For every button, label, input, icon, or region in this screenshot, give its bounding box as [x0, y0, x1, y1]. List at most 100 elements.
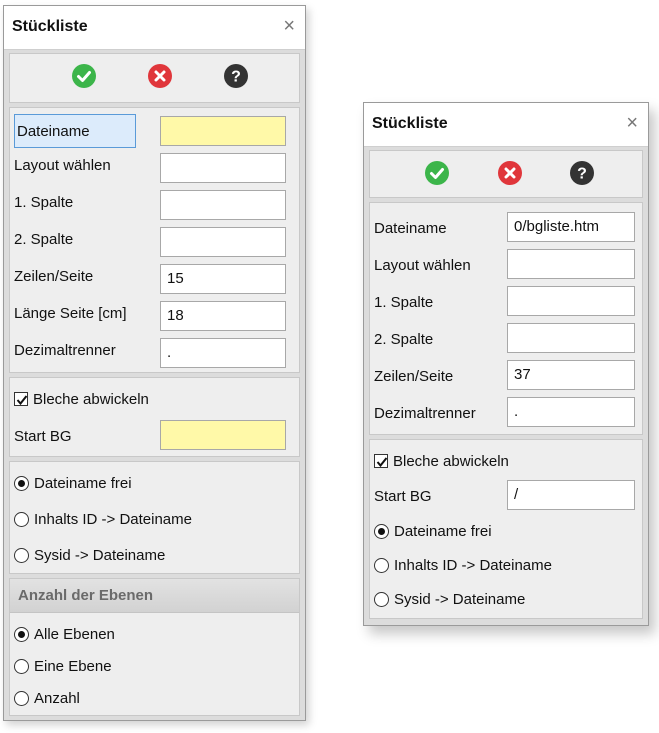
- layout-label: Layout wählen: [14, 157, 111, 174]
- radio-dateiname-frei[interactable]: Dateiname frei: [14, 468, 132, 498]
- radio-label: Inhalts ID -> Dateiname: [34, 510, 192, 528]
- radio-eine-ebene[interactable]: Eine Ebene: [14, 651, 112, 681]
- bleche-group: Bleche abwickeln Start BG: [9, 377, 300, 457]
- start-bg-field[interactable]: /: [507, 480, 635, 510]
- radio-selected-icon: [374, 523, 389, 539]
- layout-field[interactable]: [160, 153, 286, 183]
- radio-selected-icon: [14, 626, 29, 642]
- bleche-group: Bleche abwickeln Start BG / Dateiname fr…: [369, 439, 643, 619]
- zeilen-field[interactable]: 37: [507, 360, 635, 390]
- cancel-button[interactable]: [148, 64, 172, 88]
- layout-field[interactable]: [507, 249, 635, 279]
- dateiname-field[interactable]: 0/bgliste.htm: [507, 212, 635, 242]
- zeilen-field[interactable]: 15: [160, 264, 286, 294]
- check-circle-icon: [425, 161, 449, 185]
- ok-button[interactable]: [425, 161, 449, 185]
- dateiname-field[interactable]: [160, 116, 286, 146]
- spalte2-label: 2. Spalte: [14, 231, 74, 248]
- radio-selected-icon: [14, 475, 29, 491]
- levels-header: Anzahl der Ebenen: [10, 579, 299, 613]
- field-row-spalte2: 2. Spalte: [370, 323, 642, 357]
- spalte1-label: 1. Spalte: [374, 294, 434, 311]
- svg-text:?: ?: [577, 166, 587, 183]
- radio-inhalts-id[interactable]: Inhalts ID -> Dateiname: [374, 550, 552, 580]
- dezimal-label: Dezimaltrenner: [374, 405, 476, 422]
- bleche-label: Bleche abwickeln: [33, 390, 149, 408]
- field-row-layout: Layout wählen: [10, 149, 299, 183]
- svg-text:?: ?: [231, 69, 241, 86]
- layout-label: Layout wählen: [374, 257, 471, 274]
- dezimal-field[interactable]: .: [507, 397, 635, 427]
- dialog-titlebar: Stückliste ×: [364, 103, 648, 147]
- radio-anzahl[interactable]: Anzahl: [14, 683, 80, 713]
- checkbox-checked-icon: [14, 392, 28, 406]
- field-row-zeilen: Zeilen/Seite 15: [10, 260, 299, 294]
- field-row-laenge: Länge Seite [cm] 18: [10, 297, 299, 331]
- radio-label: Anzahl: [34, 689, 80, 707]
- dezimal-field[interactable]: .: [160, 338, 286, 368]
- filename-options-group: Dateiname frei Inhalts ID -> Dateiname S…: [9, 461, 300, 574]
- radio-unselected-icon: [374, 557, 389, 573]
- spalte1-field[interactable]: [507, 286, 635, 316]
- bleche-label: Bleche abwickeln: [393, 452, 509, 470]
- close-icon[interactable]: ×: [283, 15, 295, 38]
- dateiname-label[interactable]: Dateiname: [14, 114, 136, 148]
- stueckliste-dialog-right: Stückliste × ? Dateiname 0/bgliste.htm L…: [363, 102, 649, 626]
- radio-label: Sysid -> Dateiname: [394, 590, 526, 608]
- laenge-field[interactable]: 18: [160, 301, 286, 331]
- spalte1-label: 1. Spalte: [14, 194, 74, 211]
- radio-label: Sysid -> Dateiname: [34, 546, 166, 564]
- x-circle-icon: [498, 161, 522, 185]
- start-bg-label: Start BG: [14, 428, 72, 445]
- field-row-dezimal: Dezimaltrenner .: [370, 397, 642, 431]
- checkbox-checked-icon: [374, 454, 388, 468]
- radio-sysid[interactable]: Sysid -> Dateiname: [14, 540, 165, 570]
- field-row-dateiname: Dateiname: [10, 114, 299, 148]
- field-row-spalte1: 1. Spalte: [370, 286, 642, 320]
- close-icon[interactable]: ×: [626, 112, 638, 135]
- stueckliste-dialog-left: Stückliste × ? Dateiname Layout wählen 1…: [3, 5, 306, 721]
- dialog-titlebar: Stückliste ×: [4, 6, 305, 50]
- radio-unselected-icon: [14, 511, 29, 527]
- spalte2-field[interactable]: [507, 323, 635, 353]
- ok-button[interactable]: [72, 64, 96, 88]
- radio-sysid[interactable]: Sysid -> Dateiname: [374, 584, 525, 614]
- help-button[interactable]: ?: [570, 161, 594, 185]
- field-row-dezimal: Dezimaltrenner .: [10, 334, 299, 368]
- field-row-zeilen: Zeilen/Seite 37: [370, 360, 642, 394]
- radio-unselected-icon: [374, 591, 389, 607]
- toolbar: ?: [369, 150, 643, 198]
- fields-group: Dateiname Layout wählen 1. Spalte 2. Spa…: [9, 107, 300, 373]
- bleche-checkbox[interactable]: Bleche abwickeln: [14, 384, 149, 414]
- cancel-button[interactable]: [498, 161, 522, 185]
- radio-alle-ebenen[interactable]: Alle Ebenen: [14, 619, 115, 649]
- start-bg-field[interactable]: [160, 420, 286, 450]
- radio-unselected-icon: [14, 658, 29, 674]
- spalte2-field[interactable]: [160, 227, 286, 257]
- field-row-spalte2: 2. Spalte: [10, 223, 299, 257]
- check-circle-icon: [72, 64, 96, 88]
- spalte1-field[interactable]: [160, 190, 286, 220]
- start-bg-label: Start BG: [374, 488, 432, 505]
- help-circle-icon: ?: [224, 64, 248, 88]
- laenge-label: Länge Seite [cm]: [14, 305, 127, 322]
- fields-group: Dateiname 0/bgliste.htm Layout wählen 1.…: [369, 202, 643, 435]
- bleche-checkbox[interactable]: Bleche abwickeln: [374, 446, 509, 476]
- field-row-start-bg: Start BG: [10, 420, 299, 454]
- radio-dateiname-frei[interactable]: Dateiname frei: [374, 516, 492, 546]
- spalte2-label: 2. Spalte: [374, 331, 434, 348]
- levels-group: Anzahl der Ebenen Alle Ebenen Eine Ebene…: [9, 578, 300, 716]
- help-circle-icon: ?: [570, 161, 594, 185]
- dateiname-label: Dateiname: [374, 220, 447, 237]
- help-button[interactable]: ?: [224, 64, 248, 88]
- radio-label: Dateiname frei: [34, 474, 132, 492]
- field-row-layout: Layout wählen: [370, 249, 642, 283]
- anzahl-field[interactable]: [160, 683, 286, 713]
- dezimal-label: Dezimaltrenner: [14, 342, 116, 359]
- dialog-title: Stückliste: [372, 115, 448, 132]
- radio-label: Eine Ebene: [34, 657, 112, 675]
- field-row-dateiname: Dateiname 0/bgliste.htm: [370, 212, 642, 246]
- radio-inhalts-id[interactable]: Inhalts ID -> Dateiname: [14, 504, 192, 534]
- field-row-spalte1: 1. Spalte: [10, 186, 299, 220]
- zeilen-label: Zeilen/Seite: [374, 368, 454, 385]
